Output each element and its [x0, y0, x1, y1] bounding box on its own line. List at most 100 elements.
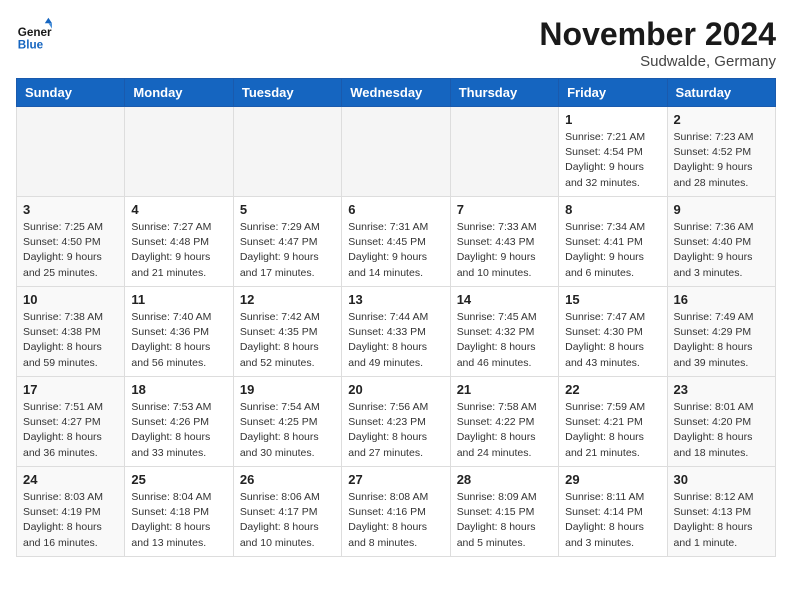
day-number: 11: [131, 292, 226, 307]
calendar-cell: 18Sunrise: 7:53 AM Sunset: 4:26 PM Dayli…: [125, 377, 233, 467]
calendar-cell: 22Sunrise: 7:59 AM Sunset: 4:21 PM Dayli…: [559, 377, 667, 467]
calendar-cell: [450, 107, 558, 197]
day-info: Sunrise: 7:49 AM Sunset: 4:29 PM Dayligh…: [674, 310, 769, 371]
day-number: 29: [565, 472, 660, 487]
day-info: Sunrise: 7:34 AM Sunset: 4:41 PM Dayligh…: [565, 220, 660, 281]
day-info: Sunrise: 7:51 AM Sunset: 4:27 PM Dayligh…: [23, 400, 118, 461]
calendar: SundayMondayTuesdayWednesdayThursdayFrid…: [16, 78, 776, 557]
calendar-cell: 14 Sunrise: 7:45 AM Sunset: 4:32 PM Dayli…: [450, 287, 558, 377]
day-number: 3: [23, 202, 118, 217]
calendar-cell: 6Sunrise: 7:31 AM Sunset: 4:45 PM Daylig…: [342, 197, 450, 287]
calendar-cell: 15 Sunrise: 7:47 AM Sunset: 4:30 PM Dayli…: [559, 287, 667, 377]
calendar-cell: 17 Sunrise: 7:51 AM Sunset: 4:27 PM Dayli…: [17, 377, 125, 467]
title-area: November 2024 Sudwalde, Germany: [539, 16, 776, 70]
weekday-header-monday: Monday: [125, 79, 233, 107]
day-info: Sunrise: 7:21 AM Sunset: 4:54 PM Dayligh…: [565, 130, 660, 191]
day-number: 26: [240, 472, 335, 487]
header: General Blue November 2024 Sudwalde, Ger…: [16, 16, 776, 70]
week-row-5: 24 Sunrise: 8:03 AM Sunset: 4:19 PM Dayli…: [17, 467, 776, 557]
day-number: 6: [348, 202, 443, 217]
weekday-header-row: SundayMondayTuesdayWednesdayThursdayFrid…: [17, 79, 776, 107]
day-number: 5: [240, 202, 335, 217]
day-number: 24: [23, 472, 118, 487]
svg-text:General: General: [18, 26, 52, 39]
day-number: 30: [674, 472, 769, 487]
calendar-cell: [17, 107, 125, 197]
calendar-cell: 7 Sunrise: 7:33 AM Sunset: 4:43 PM Daylig…: [450, 197, 558, 287]
weekday-header-wednesday: Wednesday: [342, 79, 450, 107]
day-info: Sunrise: 7:56 AM Sunset: 4:23 PM Dayligh…: [348, 400, 443, 461]
day-number: 28: [457, 472, 552, 487]
weekday-header-thursday: Thursday: [450, 79, 558, 107]
week-row-4: 17 Sunrise: 7:51 AM Sunset: 4:27 PM Dayli…: [17, 377, 776, 467]
day-info: Sunrise: 7:45 AM Sunset: 4:32 PM Dayligh…: [457, 310, 552, 371]
day-number: 9: [674, 202, 769, 217]
day-number: 13: [348, 292, 443, 307]
day-number: 12: [240, 292, 335, 307]
calendar-cell: 20Sunrise: 7:56 AM Sunset: 4:23 PM Dayli…: [342, 377, 450, 467]
calendar-cell: 8 Sunrise: 7:34 AM Sunset: 4:41 PM Daylig…: [559, 197, 667, 287]
day-number: 8: [565, 202, 660, 217]
day-info: Sunrise: 7:23 AM Sunset: 4:52 PM Dayligh…: [674, 130, 769, 191]
day-info: Sunrise: 8:08 AM Sunset: 4:16 PM Dayligh…: [348, 490, 443, 551]
calendar-cell: 1 Sunrise: 7:21 AM Sunset: 4:54 PM Daylig…: [559, 107, 667, 197]
day-number: 25: [131, 472, 226, 487]
day-number: 22: [565, 382, 660, 397]
day-info: Sunrise: 7:29 AM Sunset: 4:47 PM Dayligh…: [240, 220, 335, 281]
day-info: Sunrise: 7:47 AM Sunset: 4:30 PM Dayligh…: [565, 310, 660, 371]
day-number: 17: [23, 382, 118, 397]
calendar-cell: 16Sunrise: 7:49 AM Sunset: 4:29 PM Dayli…: [667, 287, 775, 377]
day-number: 10: [23, 292, 118, 307]
day-number: 18: [131, 382, 226, 397]
logo: General Blue: [16, 16, 52, 52]
week-row-2: 3 Sunrise: 7:25 AM Sunset: 4:50 PM Daylig…: [17, 197, 776, 287]
day-number: 4: [131, 202, 226, 217]
calendar-cell: [125, 107, 233, 197]
day-info: Sunrise: 8:06 AM Sunset: 4:17 PM Dayligh…: [240, 490, 335, 551]
day-info: Sunrise: 8:01 AM Sunset: 4:20 PM Dayligh…: [674, 400, 769, 461]
day-info: Sunrise: 8:03 AM Sunset: 4:19 PM Dayligh…: [23, 490, 118, 551]
calendar-cell: 23Sunrise: 8:01 AM Sunset: 4:20 PM Dayli…: [667, 377, 775, 467]
calendar-cell: 21Sunrise: 7:58 AM Sunset: 4:22 PM Dayli…: [450, 377, 558, 467]
day-info: Sunrise: 7:25 AM Sunset: 4:50 PM Dayligh…: [23, 220, 118, 281]
location: Sudwalde, Germany: [539, 53, 776, 70]
calendar-cell: 12 Sunrise: 7:42 AM Sunset: 4:35 PM Dayli…: [233, 287, 341, 377]
day-number: 19: [240, 382, 335, 397]
day-info: Sunrise: 7:42 AM Sunset: 4:35 PM Dayligh…: [240, 310, 335, 371]
day-info: Sunrise: 7:36 AM Sunset: 4:40 PM Dayligh…: [674, 220, 769, 281]
calendar-cell: 2 Sunrise: 7:23 AM Sunset: 4:52 PM Daylig…: [667, 107, 775, 197]
day-info: Sunrise: 8:09 AM Sunset: 4:15 PM Dayligh…: [457, 490, 552, 551]
weekday-header-tuesday: Tuesday: [233, 79, 341, 107]
day-number: 27: [348, 472, 443, 487]
day-info: Sunrise: 7:54 AM Sunset: 4:25 PM Dayligh…: [240, 400, 335, 461]
day-info: Sunrise: 7:44 AM Sunset: 4:33 PM Dayligh…: [348, 310, 443, 371]
calendar-cell: 11Sunrise: 7:40 AM Sunset: 4:36 PM Dayli…: [125, 287, 233, 377]
weekday-header-sunday: Sunday: [17, 79, 125, 107]
calendar-cell: [233, 107, 341, 197]
day-info: Sunrise: 8:11 AM Sunset: 4:14 PM Dayligh…: [565, 490, 660, 551]
day-number: 15: [565, 292, 660, 307]
day-info: Sunrise: 8:12 AM Sunset: 4:13 PM Dayligh…: [674, 490, 769, 551]
day-number: 1: [565, 112, 660, 127]
calendar-cell: 13 Sunrise: 7:44 AM Sunset: 4:33 PM Dayli…: [342, 287, 450, 377]
calendar-cell: 9 Sunrise: 7:36 AM Sunset: 4:40 PM Daylig…: [667, 197, 775, 287]
calendar-cell: 26 Sunrise: 8:06 AM Sunset: 4:17 PM Dayli…: [233, 467, 341, 557]
day-number: 7: [457, 202, 552, 217]
calendar-cell: 30 Sunrise: 8:12 AM Sunset: 4:13 PM Dayli…: [667, 467, 775, 557]
day-number: 21: [457, 382, 552, 397]
day-info: Sunrise: 7:33 AM Sunset: 4:43 PM Dayligh…: [457, 220, 552, 281]
calendar-cell: 3 Sunrise: 7:25 AM Sunset: 4:50 PM Daylig…: [17, 197, 125, 287]
day-number: 14: [457, 292, 552, 307]
day-number: 2: [674, 112, 769, 127]
week-row-3: 10Sunrise: 7:38 AM Sunset: 4:38 PM Dayli…: [17, 287, 776, 377]
day-info: Sunrise: 7:27 AM Sunset: 4:48 PM Dayligh…: [131, 220, 226, 281]
calendar-cell: 27 Sunrise: 8:08 AM Sunset: 4:16 PM Dayli…: [342, 467, 450, 557]
week-row-1: 1 Sunrise: 7:21 AM Sunset: 4:54 PM Daylig…: [17, 107, 776, 197]
calendar-cell: 25Sunrise: 8:04 AM Sunset: 4:18 PM Dayli…: [125, 467, 233, 557]
calendar-cell: [342, 107, 450, 197]
calendar-cell: 10Sunrise: 7:38 AM Sunset: 4:38 PM Dayli…: [17, 287, 125, 377]
calendar-cell: 28 Sunrise: 8:09 AM Sunset: 4:15 PM Dayli…: [450, 467, 558, 557]
calendar-cell: 19 Sunrise: 7:54 AM Sunset: 4:25 PM Dayli…: [233, 377, 341, 467]
svg-text:Blue: Blue: [18, 38, 44, 51]
calendar-cell: 5 Sunrise: 7:29 AM Sunset: 4:47 PM Daylig…: [233, 197, 341, 287]
